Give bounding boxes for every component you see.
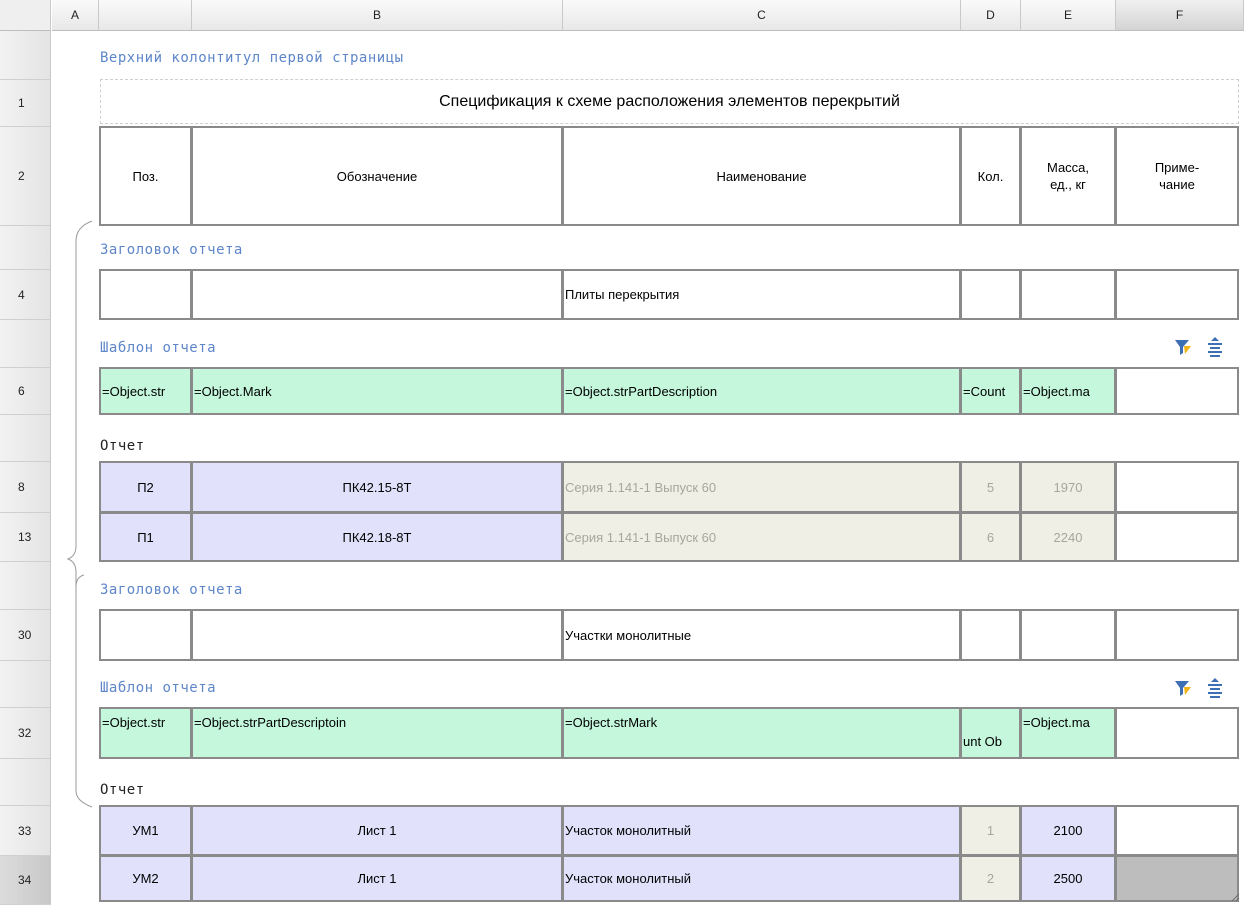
report-cell[interactable]: 1 (960, 805, 1021, 856)
row-header-1[interactable]: 1 (0, 80, 51, 127)
report-cell[interactable]: УМ1 (99, 805, 192, 856)
template-cell[interactable] (1115, 707, 1239, 759)
column-header-f[interactable]: F (1116, 0, 1244, 31)
select-all-corner[interactable] (0, 0, 51, 31)
report-band-label: Отчет (100, 782, 145, 798)
report-cell[interactable]: Серия 1.141-1 Выпуск 60 (562, 461, 961, 513)
template-cell[interactable]: =Object.ma (1020, 367, 1116, 415)
column-header-d[interactable]: D (961, 0, 1021, 31)
template-cell[interactable]: =Count (960, 367, 1021, 415)
report-header-cell[interactable] (191, 269, 563, 320)
report-cell[interactable] (1115, 805, 1239, 856)
report-header-cell[interactable] (99, 269, 192, 320)
report-template-band-label: Шаблон отчета (100, 680, 217, 696)
column-header-a[interactable]: A (52, 0, 99, 31)
template-cell[interactable]: =Object.str (99, 707, 192, 759)
resize-grip-icon[interactable] (1228, 890, 1240, 902)
filter-icon[interactable] (1172, 677, 1194, 699)
report-cell[interactable]: Участок монолитный (562, 855, 961, 902)
column-header-a-main[interactable] (99, 0, 192, 31)
template-cell[interactable]: =Object.str (99, 367, 192, 415)
sort-icon[interactable] (1204, 336, 1226, 358)
row-header-blank (0, 31, 51, 80)
report-band-label: Отчет (100, 438, 145, 454)
template-cell[interactable]: =Object.strMark (562, 707, 961, 759)
report-template-band-label: Шаблон отчета (100, 340, 217, 356)
report-cell[interactable]: ПК42.18-8Т (191, 512, 563, 562)
report-header-cell[interactable] (99, 609, 192, 661)
report-header-band-label: Заголовок отчета (100, 242, 243, 258)
template-cell[interactable]: =Object.strPartDescriptoin (191, 707, 563, 759)
template-cell[interactable] (1115, 367, 1239, 415)
row-header-8[interactable]: 8 (0, 462, 51, 513)
template-cell[interactable]: unt Ob (960, 707, 1021, 759)
report-cell[interactable]: 1970 (1020, 461, 1116, 513)
header-cell-name[interactable]: Наименование (562, 126, 961, 226)
report-cell[interactable]: 2100 (1020, 805, 1116, 856)
row-header-blank (0, 759, 51, 806)
report-cell[interactable]: УМ2 (99, 855, 192, 902)
report-header-cell[interactable] (960, 609, 1021, 661)
title-cell[interactable]: Спецификация к схеме расположения элемен… (100, 79, 1239, 124)
report-header-cell[interactable] (191, 609, 563, 661)
row-header-2[interactable]: 2 (0, 127, 51, 226)
header-cell-mass[interactable]: Масса, ед., кг (1020, 126, 1116, 226)
report-cell[interactable]: П2 (99, 461, 192, 513)
row-header-33[interactable]: 33 (0, 806, 51, 856)
column-header-c[interactable]: C (563, 0, 961, 31)
column-header-b[interactable]: B (192, 0, 563, 31)
report-cell[interactable]: П1 (99, 512, 192, 562)
template-cell[interactable]: =Object.ma (1020, 707, 1116, 759)
header-cell-note[interactable]: Приме- чание (1115, 126, 1239, 226)
report-header-band-label: Заголовок отчета (100, 582, 243, 598)
row-header-32[interactable]: 32 (0, 708, 51, 759)
report-header-cell[interactable] (1115, 269, 1239, 320)
report-cell[interactable] (1115, 512, 1239, 562)
row-header-blank (0, 226, 51, 270)
template-cell[interactable]: =Object.strPartDescription (562, 367, 961, 415)
report-cell[interactable]: Лист 1 (191, 855, 563, 902)
outline-gutter (52, 31, 98, 905)
report-header-cell[interactable] (1020, 269, 1116, 320)
row-header-6[interactable]: 6 (0, 368, 51, 415)
spreadsheet: A B C D E F 1 2 4 6 8 13 30 32 33 34 Вер… (0, 0, 1244, 905)
header-cell-designation[interactable]: Обозначение (191, 126, 563, 226)
report-cell-selected[interactable] (1115, 855, 1239, 902)
report-cell[interactable]: 2500 (1020, 855, 1116, 902)
header-cell-pos[interactable]: Поз. (99, 126, 192, 226)
row-header-blank (0, 415, 51, 462)
row-header-blank (0, 661, 51, 708)
report-cell[interactable]: Лист 1 (191, 805, 563, 856)
row-header-30[interactable]: 30 (0, 610, 51, 661)
row-header-blank (0, 562, 51, 610)
report-cell[interactable]: 5 (960, 461, 1021, 513)
report-cell[interactable]: 2240 (1020, 512, 1116, 562)
report-cell[interactable]: 6 (960, 512, 1021, 562)
column-header-e[interactable]: E (1021, 0, 1116, 31)
report-cell[interactable]: Серия 1.141-1 Выпуск 60 (562, 512, 961, 562)
report-cell[interactable]: Участок монолитный (562, 805, 961, 856)
filter-icon[interactable] (1172, 336, 1194, 358)
report-cell[interactable] (1115, 461, 1239, 513)
report-header-cell[interactable] (1020, 609, 1116, 661)
row-header-blank (0, 320, 51, 368)
report-cell[interactable]: ПК42.15-8Т (191, 461, 563, 513)
report-cell[interactable]: 2 (960, 855, 1021, 902)
header-cell-qty[interactable]: Кол. (960, 126, 1021, 226)
report-header-cell[interactable]: Участки монолитные (562, 609, 961, 661)
row-header-4[interactable]: 4 (0, 270, 51, 320)
row-header-34[interactable]: 34 (0, 856, 51, 905)
report-header-cell[interactable] (960, 269, 1021, 320)
row-header-13[interactable]: 13 (0, 513, 51, 562)
page-header-band-label: Верхний колонтитул первой страницы (100, 50, 404, 66)
sort-icon[interactable] (1204, 677, 1226, 699)
report-header-cell[interactable] (1115, 609, 1239, 661)
group-bracket-icon[interactable] (52, 31, 98, 905)
template-cell[interactable]: =Object.Mark (191, 367, 563, 415)
report-header-cell[interactable]: Плиты перекрытия (562, 269, 961, 320)
